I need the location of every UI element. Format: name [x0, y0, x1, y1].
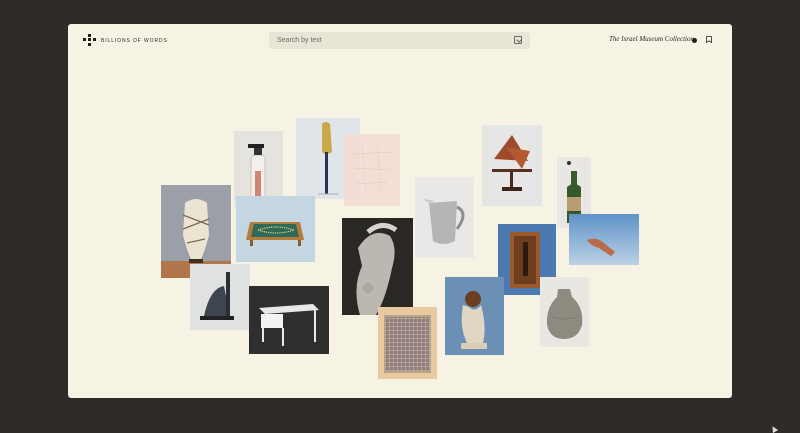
desk-image[interactable]	[249, 286, 329, 354]
iron-image[interactable]	[190, 264, 250, 330]
logo-mark-icon	[83, 34, 96, 47]
hand-image[interactable]	[569, 214, 639, 265]
search-input[interactable]: Search by text	[277, 37, 322, 44]
search-bar[interactable]: Search by text	[269, 32, 530, 49]
top-bar: BILLIONS OF WORDS Search by text The Isr…	[68, 24, 732, 58]
photograph-image[interactable]	[342, 218, 413, 315]
hand-sculpture-image[interactable]	[445, 277, 504, 355]
tray-image[interactable]	[236, 196, 315, 262]
geometric-sculpture-image[interactable]	[482, 125, 542, 206]
logo-text: BILLIONS OF WORDS	[101, 37, 168, 44]
image-search-icon[interactable]	[514, 36, 522, 44]
drawing-image[interactable]	[344, 134, 400, 206]
stamp-sheet-image[interactable]	[378, 307, 437, 379]
jar-image[interactable]	[540, 277, 589, 347]
status-dot-icon	[692, 38, 697, 43]
logo[interactable]: BILLIONS OF WORDS	[83, 34, 168, 47]
bookmark-icon[interactable]	[706, 36, 712, 43]
museum-canvas: BILLIONS OF WORDS Search by text The Isr…	[68, 24, 732, 398]
pitcher-image[interactable]	[415, 177, 474, 258]
collection-title[interactable]: The Israel Museum Collection	[609, 35, 694, 43]
